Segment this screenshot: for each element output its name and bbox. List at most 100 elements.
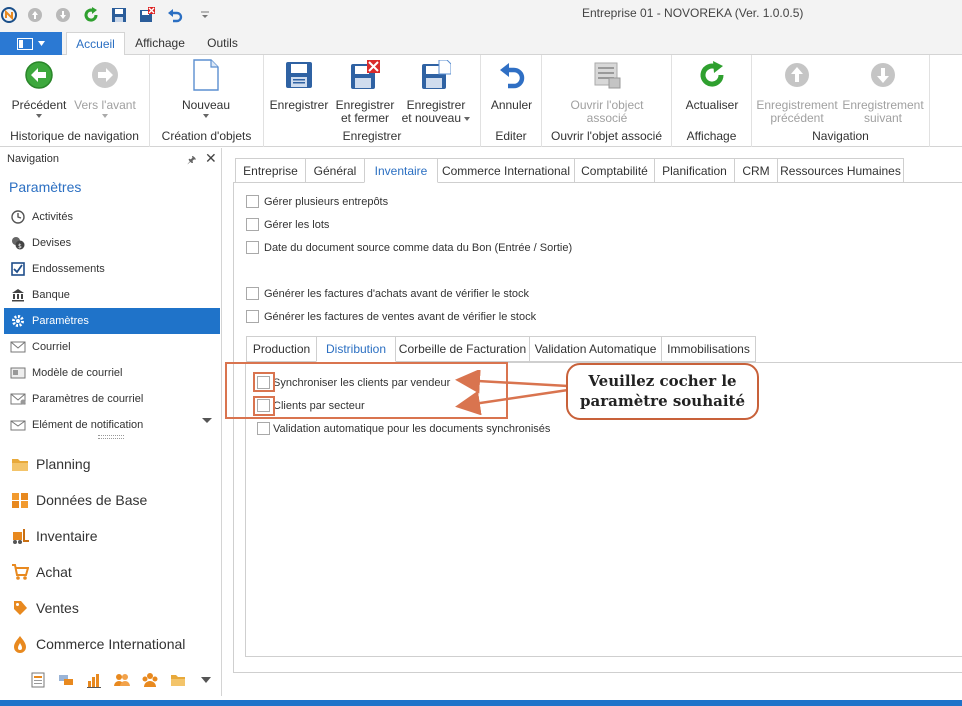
tab-ressources-humaines[interactable]: Ressources Humaines [777,158,904,183]
forward-arrow-icon [89,59,121,91]
ribbon-group-editer: Annuler Editer [481,55,542,147]
annotation-checkbox-highlight [253,372,275,392]
tab-general[interactable]: Général [305,158,365,183]
nav-module-inventaire[interactable]: Inventaire [10,521,218,551]
folder-icon [10,454,30,474]
application-menu-button[interactable] [0,32,62,55]
ouvrir-objet-button[interactable]: Ouvrir l'object associé [562,59,652,125]
nouveau-button[interactable]: Nouveau [170,59,242,118]
ribbon: Précédent Vers l'avant Historique de nav… [0,55,962,147]
nav-module-commerce-international[interactable]: Commerce International [10,629,218,659]
pin-icon[interactable]: 🖈 [187,153,196,170]
window-title: Entreprise 01 - NOVOREKA (Ver. 1.0.0.5) [582,6,804,20]
tab-affichage[interactable]: Affichage [129,32,191,55]
nav-module-strip [0,666,222,696]
checkbox[interactable] [246,287,259,300]
option-factures-ventes[interactable]: Générer les factures de ventes avant de … [246,310,536,323]
nav-module-ventes[interactable]: Ventes [10,593,218,623]
ribbon-group-creation: Nouveau Création d'objets [150,55,264,147]
subtab-distribution[interactable]: Distribution [316,336,396,362]
option-gerer-plusieurs-entrepots[interactable]: Gérer plusieurs entrepôts [246,195,388,208]
sales-icon [10,598,30,618]
vers-avant-button[interactable]: Vers l'avant [72,59,138,118]
nav-header-title: Navigation [7,153,59,165]
tab-inventaire[interactable]: Inventaire [364,158,438,183]
customize-toolbar-icon[interactable] [196,6,214,24]
option-factures-achats[interactable]: Générer les factures d'achats avant de v… [246,287,529,300]
coins-icon: $ [10,235,26,251]
refresh-icon[interactable] [82,6,100,24]
tab-crm[interactable]: CRM [734,158,778,183]
checkbox[interactable] [246,218,259,231]
ribbon-group-enregistrer: Enregistrer Enregistrer et fermer Enregis… [264,55,481,147]
nav-item-activites[interactable]: Activités [4,204,220,230]
tab-comptabilite[interactable]: Comptabilité [574,158,655,183]
option-date-document-source[interactable]: Date du document source comme data du Bo… [246,241,572,254]
team-icon[interactable] [142,672,158,688]
nav-item-parametres-courriel[interactable]: Paramètres de courriel [4,386,220,412]
annuler-button[interactable]: Annuler [485,59,538,112]
subtab-immobilisations[interactable]: Immobilisations [661,336,756,362]
checkbox[interactable] [246,310,259,323]
new-document-icon [190,59,222,91]
tab-outils[interactable]: Outils [200,32,245,55]
nav-item-devises[interactable]: $ Devises [4,230,220,256]
tab-accueil[interactable]: Accueil [66,32,125,56]
folder-icon[interactable] [170,672,186,688]
undo-icon [496,59,528,91]
title-bar: Entreprise 01 - NOVOREKA (Ver. 1.0.0.5) [0,0,962,32]
users-icon[interactable] [114,672,130,688]
option-validation-auto-documents[interactable]: Validation automatique pour les document… [257,422,550,435]
document-icon[interactable] [30,672,46,688]
chevron-down-icon [38,41,45,46]
checkbox[interactable] [246,195,259,208]
save-close-icon[interactable] [138,6,156,24]
enregistrer-button[interactable]: Enregistrer [268,59,330,112]
down-circle-icon[interactable] [54,6,72,24]
ribbon-group-affichage: Actualiser Affichage [672,55,752,147]
chart-icon[interactable] [86,672,102,688]
enregistrer-et-nouveau-button[interactable]: Enregistrer et nouveau [400,59,472,125]
nav-item-modele-courriel[interactable]: Modèle de courriel [4,360,220,386]
subtab-validation-automatique[interactable]: Validation Automatique [529,336,662,362]
ribbon-group-historique: Précédent Vers l'avant Historique de nav… [0,55,150,147]
ribbon-group-ouvrir: Ouvrir l'object associé Ouvrir l'objet as… [542,55,672,147]
svg-text:$: $ [18,243,22,250]
checkbox[interactable] [246,241,259,254]
enregistrer-et-fermer-button[interactable]: Enregistrer et fermer [334,59,396,125]
transfer-icon[interactable] [58,672,74,688]
splitter-grip[interactable] [98,435,124,439]
nav-item-banque[interactable]: Banque [4,282,220,308]
database-icon [10,490,30,510]
nav-module-planning[interactable]: Planning [10,449,218,479]
nav-item-endossements[interactable]: Endossements [4,256,220,282]
up-circle-icon[interactable] [26,6,44,24]
tab-entreprise[interactable]: Entreprise [235,158,306,183]
tab-planification[interactable]: Planification [654,158,735,183]
option-gerer-les-lots[interactable]: Gérer les lots [246,218,329,231]
subtab-production[interactable]: Production [246,336,317,362]
nav-module-achat[interactable]: Achat [10,557,218,587]
chevron-down-icon[interactable] [198,672,214,688]
down-circle-icon [867,59,899,91]
nav-module-donnees-de-base[interactable]: Données de Base [10,485,218,515]
checkbox[interactable] [257,422,270,435]
subtab-corbeille-facturation[interactable]: Corbeille de Facturation [395,336,530,362]
actualiser-button[interactable]: Actualiser [680,59,744,112]
nav-header: Navigation 🖈 ✕ [0,148,222,172]
enregistrement-suivant-button[interactable]: Enregistrement suivant [842,59,924,125]
undo-icon[interactable] [166,6,184,24]
email-settings-icon [10,391,26,407]
tab-commerce-international[interactable]: Commerce International [437,158,575,183]
precedent-button[interactable]: Précédent [8,59,70,118]
nav-item-courriel[interactable]: Courriel [4,334,220,360]
bank-icon [10,287,26,303]
save-icon[interactable] [110,6,128,24]
enregistrement-precedent-button[interactable]: Enregistrement précédent [756,59,838,125]
email-template-icon [10,365,26,381]
close-icon[interactable]: ✕ [205,150,217,167]
cart-icon [10,562,30,582]
nav-item-parametres[interactable]: Paramètres [4,308,220,334]
chevron-down-icon[interactable] [202,418,212,423]
clock-icon [10,209,26,225]
